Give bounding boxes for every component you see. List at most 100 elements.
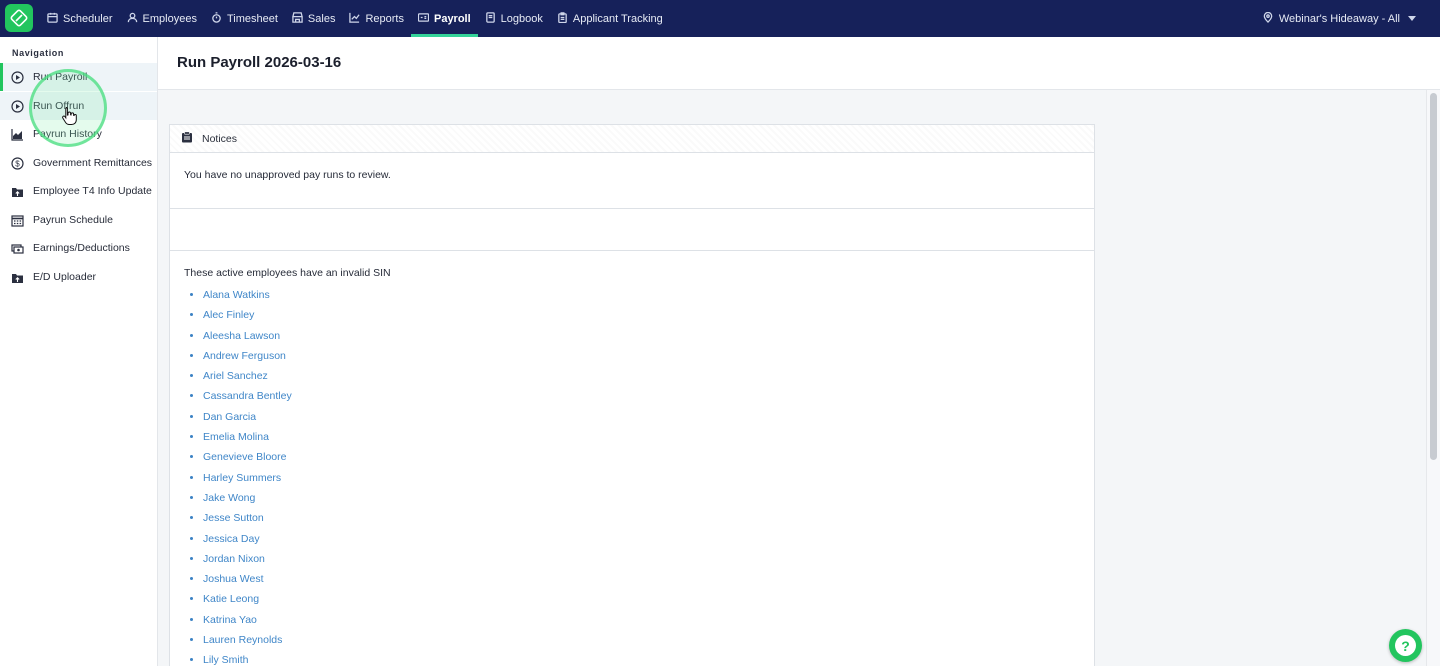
- chart-icon: [349, 12, 361, 26]
- list-item: Alana Watkins: [203, 287, 1094, 307]
- employee-link[interactable]: Alana Watkins: [203, 289, 270, 301]
- svg-text:$: $: [15, 159, 20, 168]
- list-item: Jessica Day: [203, 531, 1094, 551]
- dollar-circle-icon: $: [11, 156, 24, 170]
- clipboard-icon: [181, 131, 193, 146]
- employee-link[interactable]: Jordan Nixon: [203, 553, 265, 565]
- page-header: Run Payroll 2026-03-16: [158, 37, 1440, 90]
- scrollbar-thumb[interactable]: [1430, 93, 1437, 460]
- list-item: Ariel Sanchez: [203, 368, 1094, 388]
- scrollbar[interactable]: [1426, 90, 1440, 666]
- list-item: Cassandra Bentley: [203, 388, 1094, 408]
- sidebar-item-run-payroll[interactable]: Run Payroll: [0, 63, 157, 91]
- nav-employees[interactable]: Employees: [120, 0, 204, 37]
- employee-link[interactable]: Jake Wong: [203, 492, 255, 504]
- list-item: Jesse Sutton: [203, 510, 1094, 530]
- sidebar-item-payrun-history[interactable]: Payrun History: [0, 120, 157, 148]
- nav-label: Employees: [142, 12, 197, 25]
- employee-list: Alana Watkins Alec Finley Aleesha Lawson An…: [184, 287, 1094, 666]
- invalid-sin-notice: These active employees have an invalid S…: [170, 251, 1094, 666]
- list-item: Genevieve Bloore: [203, 449, 1094, 469]
- list-item: Joshua West: [203, 571, 1094, 591]
- list-item: Lily Smith: [203, 652, 1094, 666]
- area-chart-icon: [11, 128, 24, 141]
- sidebar-item-label: Payrun Schedule: [33, 214, 113, 226]
- nav-reports[interactable]: Reports: [342, 0, 411, 37]
- list-item: Jordan Nixon: [203, 551, 1094, 571]
- list-item: Emelia Molina: [203, 429, 1094, 449]
- sidebar-item-label: Employee T4 Info Update: [33, 185, 152, 197]
- invalid-sin-title: These active employees have an invalid S…: [184, 267, 391, 279]
- nav-payroll[interactable]: Payroll: [410, 0, 478, 37]
- sidebar-item-government-remittances[interactable]: $ Government Remittances: [0, 149, 157, 177]
- folder-upload-icon: [11, 185, 24, 198]
- play-circle-icon: [11, 99, 24, 113]
- employee-link[interactable]: Harley Summers: [203, 472, 281, 484]
- sidebar-heading: Navigation: [12, 48, 65, 58]
- notices-card: Notices You have no unapproved pay runs …: [169, 124, 1095, 666]
- person-icon: [127, 12, 138, 26]
- list-item: Alec Finley: [203, 307, 1094, 327]
- no-unapproved-notice: You have no unapproved pay runs to revie…: [170, 153, 1094, 209]
- play-circle-icon: [11, 70, 24, 84]
- nav-label: Payroll: [433, 12, 471, 25]
- list-item: Andrew Ferguson: [203, 348, 1094, 368]
- employee-link[interactable]: Lauren Reynolds: [203, 634, 282, 646]
- location-label: Webinar's Hideaway - All: [1278, 12, 1400, 25]
- sidebar-item-label: Run Payroll: [33, 71, 88, 83]
- employee-link[interactable]: Dan Garcia: [203, 411, 256, 423]
- nav-logbook[interactable]: Logbook: [478, 0, 550, 37]
- sidebar-item-earnings-deductions[interactable]: Earnings/Deductions: [0, 234, 157, 262]
- employee-link[interactable]: Emelia Molina: [203, 431, 269, 443]
- store-icon: [292, 11, 303, 26]
- nav-timesheet[interactable]: Timesheet: [204, 0, 285, 37]
- sidebar-item-ed-uploader[interactable]: E/D Uploader: [0, 263, 157, 291]
- nav-label: Timesheet: [226, 12, 278, 25]
- list-item: Harley Summers: [203, 470, 1094, 490]
- app-logo-icon[interactable]: [5, 4, 33, 32]
- top-nav-bar: Scheduler Employees Timesheet Sales Repo…: [0, 0, 1440, 37]
- sidebar-item-employee-t4-info-update[interactable]: Employee T4 Info Update: [0, 177, 157, 205]
- employee-link[interactable]: Lily Smith: [203, 654, 249, 666]
- sidebar-item-label: E/D Uploader: [33, 271, 97, 283]
- sidebar-item-label: Run Offrun: [33, 100, 85, 112]
- employee-link[interactable]: Andrew Ferguson: [203, 350, 286, 362]
- list-item: Katrina Yao: [203, 612, 1094, 632]
- employee-link[interactable]: Joshua West: [203, 573, 264, 585]
- list-item: Katie Leong: [203, 591, 1094, 611]
- list-item: Lauren Reynolds: [203, 632, 1094, 652]
- sidebar-item-run-offrun[interactable]: Run Offrun: [0, 92, 157, 120]
- nav-sales[interactable]: Sales: [285, 0, 343, 37]
- employee-link[interactable]: Aleesha Lawson: [203, 330, 280, 342]
- chevron-down-icon: [1408, 16, 1416, 21]
- notices-header: Notices: [170, 125, 1094, 153]
- employee-link[interactable]: Jesse Sutton: [203, 512, 264, 524]
- employee-link[interactable]: Alec Finley: [203, 309, 254, 321]
- nav-scheduler[interactable]: Scheduler: [40, 0, 120, 37]
- sidebar-item-label: Payrun History: [33, 128, 102, 140]
- employee-link[interactable]: Katie Leong: [203, 593, 259, 605]
- list-item: Aleesha Lawson: [203, 328, 1094, 348]
- employee-link[interactable]: Cassandra Bentley: [203, 390, 292, 402]
- sidebar: Navigation Run Payroll Run Offrun Payrun…: [0, 37, 158, 666]
- location-selector[interactable]: Webinar's Hideaway - All: [1263, 0, 1416, 37]
- employee-link[interactable]: Jessica Day: [203, 533, 260, 545]
- nav-applicant-tracking[interactable]: Applicant Tracking: [550, 0, 670, 37]
- calendar-grid-icon: [11, 214, 24, 227]
- employee-link[interactable]: Ariel Sanchez: [203, 370, 268, 382]
- employee-link[interactable]: Genevieve Bloore: [203, 451, 286, 463]
- list-item: Jake Wong: [203, 490, 1094, 510]
- employee-link[interactable]: Katrina Yao: [203, 614, 257, 626]
- map-pin-icon: [1263, 11, 1273, 26]
- book-icon: [485, 11, 496, 26]
- sidebar-item-payrun-schedule[interactable]: Payrun Schedule: [0, 206, 157, 234]
- stopwatch-icon: [211, 11, 222, 26]
- nav-label: Reports: [365, 12, 404, 25]
- empty-notice: [170, 209, 1094, 251]
- top-nav: Scheduler Employees Timesheet Sales Repo…: [40, 0, 670, 37]
- help-button[interactable]: ?: [1389, 629, 1422, 662]
- question-icon: ?: [1395, 635, 1416, 656]
- folder-upload-icon: [11, 271, 24, 284]
- notices-title: Notices: [202, 132, 238, 145]
- nav-label: Logbook: [500, 12, 543, 25]
